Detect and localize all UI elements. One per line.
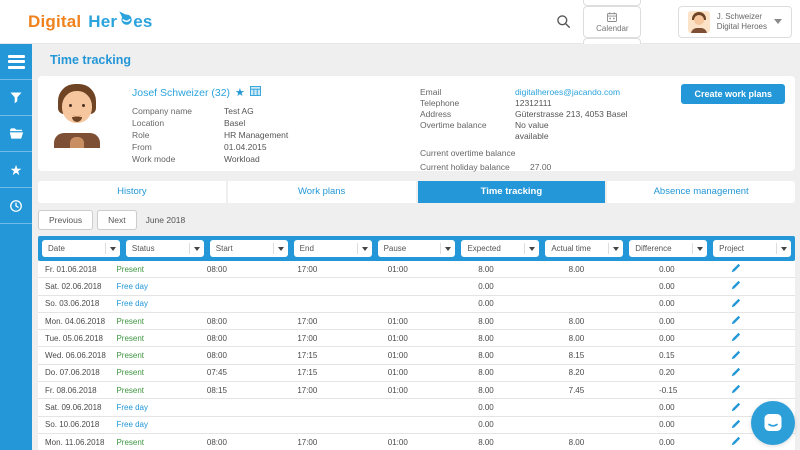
chevron-down-icon[interactable]: [440, 243, 455, 254]
column-header-actual-time[interactable]: Actual time: [545, 240, 623, 257]
contact-row: Address Güterstrasse 213, 4053 Basel: [420, 109, 785, 120]
column-header-pause[interactable]: Pause: [378, 240, 456, 257]
calendar-icon: [606, 11, 618, 23]
previous-button[interactable]: Previous: [38, 210, 93, 230]
top-bar: Digital Heres Time Management Tasks Cale…: [0, 0, 800, 44]
edit-pencil-icon[interactable]: [724, 315, 795, 327]
edit-pencil-icon[interactable]: [724, 263, 795, 275]
table-row: So. 03.06.2018 Free day 0.00 0.00: [38, 296, 795, 313]
month-pager: Previous Next June 2018: [38, 210, 795, 230]
column-header-project[interactable]: Project: [713, 240, 791, 257]
topnav-button-calendar[interactable]: Calendar: [583, 6, 641, 38]
column-header-expected[interactable]: Expected: [461, 240, 539, 257]
table-header: Date Status Start End Pause Expected Act…: [38, 236, 795, 261]
sidebar-item-filter[interactable]: [0, 80, 32, 116]
chevron-down-icon[interactable]: [608, 243, 623, 254]
email-link[interactable]: digitalheroes@jacando.com: [515, 87, 620, 98]
tab-absence-management[interactable]: Absence management: [607, 181, 795, 203]
edit-pencil-icon[interactable]: [724, 332, 795, 344]
brand-logo: Digital Heres: [28, 10, 153, 33]
chevron-down-icon[interactable]: [776, 243, 791, 254]
chevron-down-icon[interactable]: [105, 243, 120, 254]
table-row: Wed. 06.06.2018 Present 08:00 17:15 01:0…: [38, 347, 795, 364]
employee-card: Josef Schweizer (32) ★ Company name Test…: [38, 76, 795, 171]
favorite-star-icon[interactable]: ★: [235, 86, 245, 99]
edit-pencil-icon[interactable]: [724, 280, 795, 292]
next-button[interactable]: Next: [97, 210, 136, 230]
sidebar: ★: [0, 44, 32, 450]
detail-row: Work mode Workload: [132, 153, 420, 165]
tab-history[interactable]: History: [38, 181, 226, 203]
chevron-down-icon[interactable]: [273, 243, 288, 254]
brand-word-digital: Digital: [28, 12, 81, 32]
topnav-button-tasks[interactable]: Tasks: [583, 0, 641, 6]
detail-row: Company name Test AG: [132, 105, 420, 117]
table-body: Fr. 01.06.2018 Present 08:00 17:00 01:00…: [38, 261, 795, 450]
brand-word-es: es: [133, 12, 152, 32]
detail-row: Role HR Management: [132, 129, 420, 141]
column-header-date[interactable]: Date: [42, 240, 120, 257]
employee-summary: Josef Schweizer (32) ★ Company name Test…: [132, 84, 420, 165]
user-avatar: [688, 11, 710, 33]
table-row: Tue. 05.06.2018 Present 08:00 17:00 01:0…: [38, 330, 795, 347]
chat-launcher-icon[interactable]: [751, 401, 795, 445]
detail-row: Location Basel: [132, 117, 420, 129]
employee-name: Josef Schweizer (32): [132, 87, 230, 99]
column-header-status[interactable]: Status: [126, 240, 204, 257]
table-row: Do. 07.06.2018 Present 07:45 17:15 01:00…: [38, 365, 795, 382]
table-row: Mon. 11.06.2018 Present 08:00 17:00 01:0…: [38, 434, 795, 450]
column-header-start[interactable]: Start: [210, 240, 288, 257]
table-row: Fr. 01.06.2018 Present 08:00 17:00 01:00…: [38, 261, 795, 278]
content: Time tracking Josef Schweizer (32) ★ Com…: [32, 44, 800, 450]
chevron-down-icon[interactable]: [357, 243, 372, 254]
edit-pencil-icon[interactable]: [724, 350, 795, 362]
contact-row: Overtime balance No value available: [420, 120, 785, 142]
table-row: So. 10.06.2018 Free day 0.00 0.00: [38, 417, 795, 434]
edit-pencil-icon[interactable]: [724, 367, 795, 379]
chevron-down-icon[interactable]: [524, 243, 539, 254]
tab-work-plans[interactable]: Work plans: [228, 181, 416, 203]
profile-grid-icon[interactable]: [250, 86, 261, 99]
table-row: Sat. 02.06.2018 Free day 0.00 0.00: [38, 278, 795, 295]
main-area: ★ Time tracking Josef Schweizer (32) ★ C…: [0, 44, 800, 450]
balance-row: Current holiday balance 27.00: [420, 160, 785, 174]
create-work-plans-button[interactable]: Create work plans: [681, 84, 785, 104]
period-label: June 2018: [146, 215, 186, 225]
chevron-down-icon: [774, 19, 782, 24]
tab-time-tracking[interactable]: Time tracking: [418, 181, 606, 203]
employee-avatar: [48, 84, 106, 148]
detail-row: From 01.04.2015: [132, 141, 420, 153]
sidebar-item-history-clock[interactable]: [0, 188, 32, 224]
edit-pencil-icon[interactable]: [724, 298, 795, 310]
sidebar-item-folder[interactable]: [0, 116, 32, 152]
edit-pencil-icon[interactable]: [724, 384, 795, 396]
chevron-down-icon[interactable]: [692, 243, 707, 254]
brand-word-her: Her: [88, 12, 117, 32]
search-icon[interactable]: [556, 14, 571, 29]
user-menu[interactable]: J. Schweizer Digital Heroes: [678, 6, 792, 38]
tab-bar: HistoryWork plansTime trackingAbsence ma…: [38, 181, 795, 203]
balance-row: Current overtime balance: [420, 146, 785, 160]
table-row: Sat. 09.06.2018 Free day 0.00 0.00: [38, 399, 795, 416]
sidebar-item-star[interactable]: ★: [0, 152, 32, 188]
chevron-down-icon[interactable]: [189, 243, 204, 254]
column-header-difference[interactable]: Difference: [629, 240, 707, 257]
table-row: Mon. 04.06.2018 Present 08:00 17:00 01:0…: [38, 313, 795, 330]
comet-icon: [118, 10, 132, 33]
page-title: Time tracking: [38, 44, 795, 76]
user-name: J. Schweizer: [717, 12, 767, 22]
user-org: Digital Heroes: [717, 22, 767, 32]
table-row: Fr. 08.06.2018 Present 08:15 17:00 01:00…: [38, 382, 795, 399]
column-header-end[interactable]: End: [294, 240, 372, 257]
sidebar-item-menu[interactable]: [0, 44, 32, 80]
